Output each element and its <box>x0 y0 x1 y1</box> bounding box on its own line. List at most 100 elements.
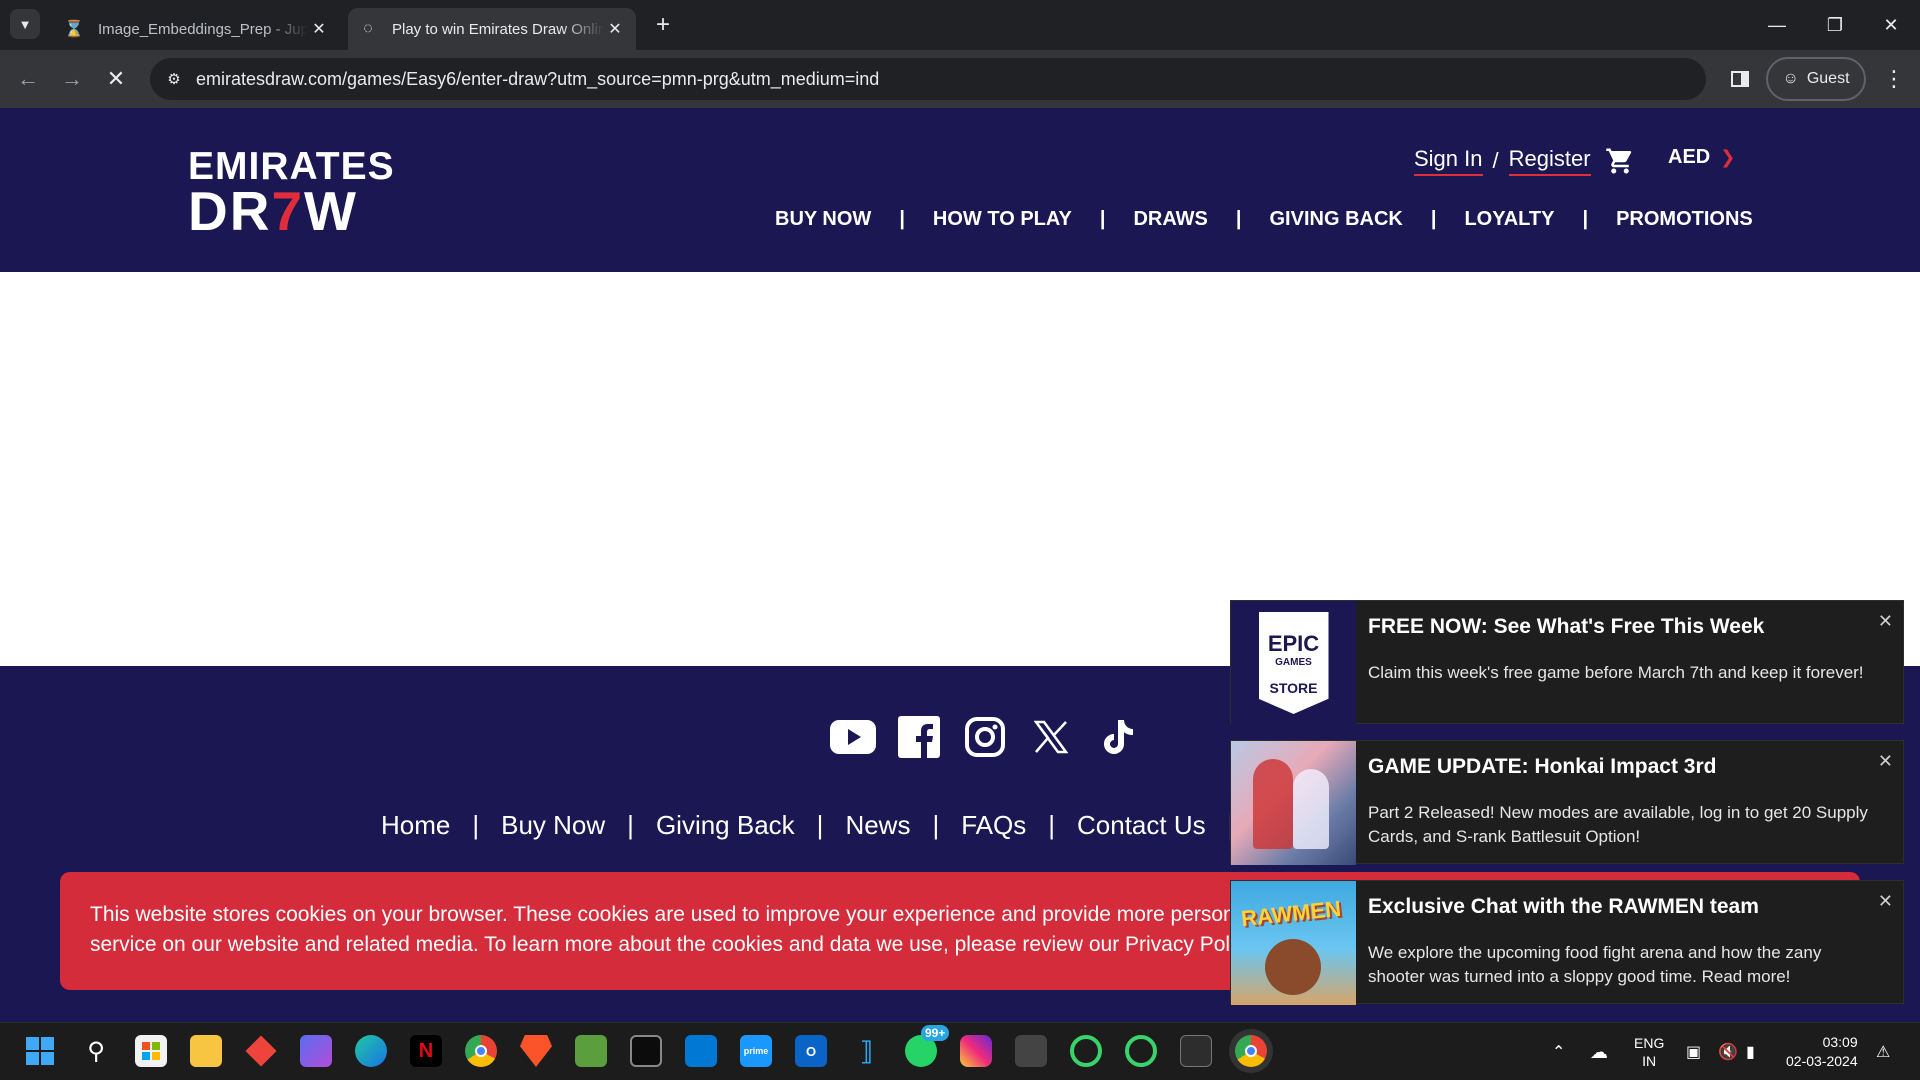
tab-close-icon[interactable]: ✕ <box>308 19 330 39</box>
currency-selector[interactable]: AED ❯ <box>1668 146 1735 169</box>
prime-video-icon[interactable]: prime <box>740 1035 772 1067</box>
nav-draws[interactable]: DRAWS <box>1133 208 1207 231</box>
minimize-button[interactable]: — <box>1748 0 1806 50</box>
register-link[interactable]: Register <box>1508 146 1591 176</box>
thumb-text: GAMES <box>1275 656 1312 668</box>
windows-start-icon[interactable] <box>24 1035 56 1067</box>
footer-link-faqs[interactable]: FAQs <box>961 810 1026 841</box>
whatsapp-icon[interactable]: 99+ <box>905 1025 950 1067</box>
progress-app-icon-2[interactable] <box>1125 1035 1157 1067</box>
onedrive-icon[interactable]: ☁ <box>1590 1023 1608 1080</box>
side-panel-icon <box>1731 71 1749 87</box>
brave-icon[interactable] <box>520 1035 552 1067</box>
menu-icon[interactable]: ⋮ <box>1880 63 1908 95</box>
network-icon[interactable]: ▣ <box>1686 1023 1701 1080</box>
window-app-icon[interactable] <box>1015 1035 1047 1067</box>
footer-link-buy-now[interactable]: Buy Now <box>501 810 605 841</box>
nav-separator: | <box>1582 208 1589 230</box>
nav-promotions[interactable]: PROMOTIONS <box>1616 208 1753 231</box>
nav-separator: | <box>1099 208 1106 230</box>
emirates-draw-logo[interactable]: EMIRATES DR7W <box>188 147 395 239</box>
footer-nav: Home | Buy Now | Giving Back | News | FA… <box>381 810 1256 841</box>
logo-part: W <box>304 180 358 243</box>
notification-body: We explore the upcoming food fight arena… <box>1368 943 1822 986</box>
lang-line-1: ENG <box>1634 1035 1665 1051</box>
chrome-icon[interactable] <box>465 1035 497 1067</box>
tab-title: Play to win Emirates Draw Online <box>392 20 604 38</box>
footer-link-home[interactable]: Home <box>381 810 450 841</box>
nav-loyalty[interactable]: LOYALTY <box>1464 208 1554 231</box>
x-twitter-icon[interactable] <box>1028 714 1074 760</box>
lang-line-2: IN <box>1642 1053 1657 1069</box>
search-icon[interactable]: ⚲ <box>80 1035 112 1067</box>
currency-label: AED <box>1668 146 1711 168</box>
notification-honkai-update[interactable]: GAME UPDATE: Honkai Impact 3rd Part 2 Re… <box>1230 740 1904 865</box>
file-explorer-icon[interactable] <box>190 1035 222 1067</box>
app-icon[interactable] <box>685 1035 717 1067</box>
sign-in-link[interactable]: Sign In <box>1414 146 1483 176</box>
image-editor-icon[interactable] <box>575 1035 607 1067</box>
instagram-app-icon[interactable] <box>960 1035 992 1067</box>
youtube-icon[interactable] <box>830 714 876 760</box>
logo-line-2: DR7W <box>188 184 395 239</box>
thumb-text: RAWMEN <box>1239 895 1343 932</box>
tab-close-icon[interactable]: ✕ <box>604 19 626 39</box>
microsoft-store-icon[interactable] <box>135 1035 167 1067</box>
notification-body: Claim this week's free game before March… <box>1368 663 1864 682</box>
nav-how-to-play[interactable]: HOW TO PLAY <box>933 208 1072 231</box>
notification-bell-icon[interactable]: ⚠ <box>1876 1023 1890 1080</box>
footer-separator: | <box>627 810 634 840</box>
tab-emirates-draw[interactable]: ◌ Play to win Emirates Draw Online ✕ <box>348 8 636 50</box>
battery-icon[interactable]: ▮ <box>1746 1023 1755 1080</box>
dismiss-icon[interactable]: ✕ <box>1878 751 1893 772</box>
new-tab-button[interactable]: + <box>650 10 676 40</box>
main-nav: BUY NOW | HOW TO PLAY | DRAWS | GIVING B… <box>775 208 1753 231</box>
netflix-icon[interactable]: N <box>410 1035 442 1067</box>
language-indicator[interactable]: ENG IN <box>1634 1023 1664 1080</box>
facebook-icon[interactable] <box>896 714 942 760</box>
volume-muted-icon[interactable]: 🔇 <box>1718 1023 1738 1080</box>
vscode-icon[interactable]: ⟧ <box>850 1035 882 1067</box>
url-text[interactable]: emiratesdraw.com/games/Easy6/enter-draw?… <box>196 69 879 90</box>
tab-jupyter[interactable]: ⌛ Image_Embeddings_Prep - Jupyter ✕ <box>54 8 340 50</box>
notification-epic-free[interactable]: EPIC GAMES STORE FREE NOW: See What's Fr… <box>1230 600 1904 725</box>
address-bar[interactable]: ⚙ emiratesdraw.com/games/Easy6/enter-dra… <box>150 58 1706 100</box>
account-separator: / <box>1492 148 1499 173</box>
notification-body: Part 2 Released! New modes are available… <box>1368 803 1868 846</box>
profile-button[interactable]: ☺ Guest <box>1766 57 1866 101</box>
powershell-icon[interactable] <box>1180 1035 1212 1067</box>
stop-loading-button[interactable]: ✕ <box>100 63 132 95</box>
chrome-active-icon[interactable] <box>1235 1035 1267 1067</box>
back-button[interactable]: ← <box>12 63 44 95</box>
footer-link-contact-us[interactable]: Contact Us <box>1077 810 1206 841</box>
side-panel-button[interactable] <box>1724 63 1756 95</box>
thumb-text: EPIC <box>1267 630 1320 656</box>
tab-search-button[interactable]: ▼ <box>10 9 40 39</box>
nav-giving-back[interactable]: GIVING BACK <box>1270 208 1403 231</box>
forward-button[interactable]: → <box>56 63 88 95</box>
screen: ▼ ⌛ Image_Embeddings_Prep - Jupyter ✕ ◌ … <box>0 0 1920 1080</box>
site-info-icon[interactable]: ⚙ <box>154 70 194 88</box>
footer-link-giving-back[interactable]: Giving Back <box>656 810 795 841</box>
footer-separator: | <box>816 810 824 840</box>
anydesk-icon[interactable] <box>245 1035 277 1067</box>
terminal-icon[interactable] <box>630 1035 662 1067</box>
copilot-icon[interactable] <box>300 1035 332 1067</box>
site-header: EMIRATES DR7W Sign In / Register AED ❯ B… <box>0 108 1920 272</box>
restore-button[interactable]: ❐ <box>1806 0 1864 50</box>
nav-buy-now[interactable]: BUY NOW <box>775 208 871 231</box>
instagram-icon[interactable] <box>962 714 1008 760</box>
progress-app-icon[interactable] <box>1070 1035 1102 1067</box>
footer-link-news[interactable]: News <box>845 810 910 841</box>
clock-time: 03:09 <box>1822 1034 1858 1050</box>
notification-rawmen-chat[interactable]: RAWMEN Exclusive Chat with the RAWMEN te… <box>1230 880 1904 1005</box>
show-hidden-icons[interactable]: ⌃ <box>1552 1023 1565 1080</box>
close-window-button[interactable]: ✕ <box>1862 0 1920 50</box>
tiktok-icon[interactable] <box>1094 714 1140 760</box>
dismiss-icon[interactable]: ✕ <box>1878 611 1893 632</box>
edge-icon[interactable] <box>355 1035 387 1067</box>
outlook-icon[interactable]: O <box>795 1035 827 1067</box>
cart-icon[interactable] <box>1605 146 1635 176</box>
clock[interactable]: 03:09 02-03-2024 <box>1786 1023 1858 1080</box>
dismiss-icon[interactable]: ✕ <box>1878 891 1893 912</box>
